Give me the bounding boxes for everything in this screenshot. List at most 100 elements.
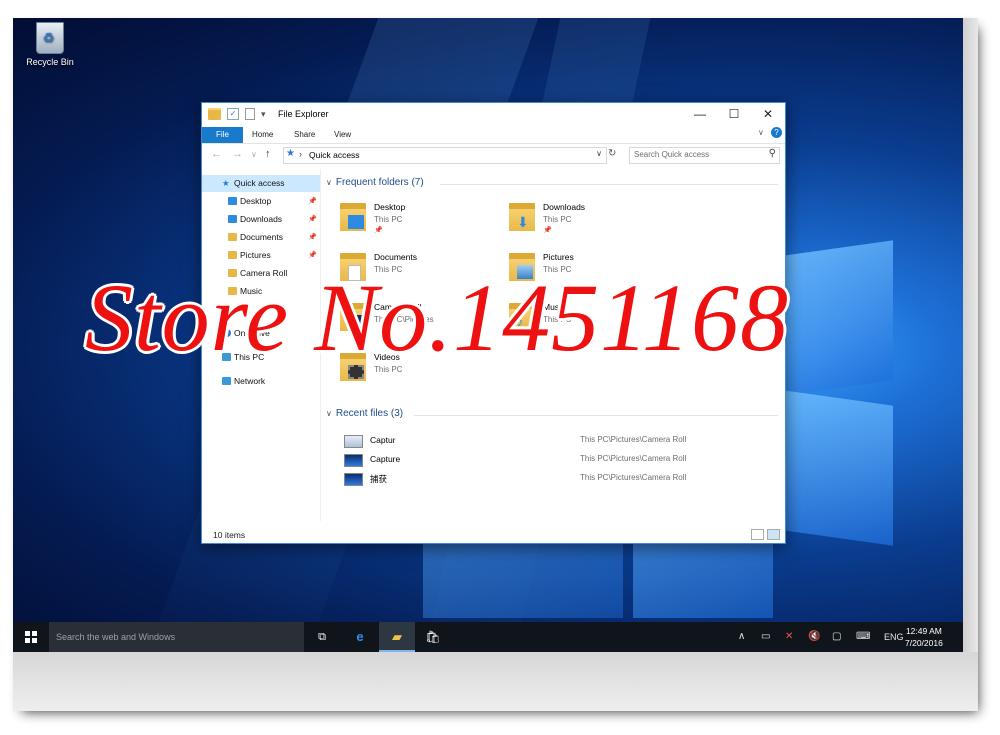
pin-icon: 📌 xyxy=(308,216,317,223)
tab-home[interactable]: Home xyxy=(244,127,281,143)
pictures-folder-icon xyxy=(228,251,237,259)
recent-files-header[interactable]: ∨ Recent files (3) xyxy=(326,408,403,419)
address-dropdown-icon[interactable]: ∨ xyxy=(596,149,602,158)
pin-icon: 📌 xyxy=(308,234,317,241)
folder-name: Desktop xyxy=(374,202,406,212)
taskbar-search-placeholder: Search the web and Windows xyxy=(56,632,176,642)
maximize-button[interactable]: ☐ xyxy=(717,103,751,125)
folder-tile-downloads[interactable]: ⬇ Downloads This PC 📌 xyxy=(509,200,669,244)
close-button[interactable]: ✕ xyxy=(751,103,785,125)
file-name: 捕获 xyxy=(370,474,388,484)
wallpaper-logo-pane xyxy=(783,390,893,546)
tab-share[interactable]: Share xyxy=(286,127,323,143)
folder-name: Pictures xyxy=(543,252,574,262)
photo-frame-bottom xyxy=(13,652,978,711)
search-icon[interactable]: ⚲ xyxy=(769,148,776,159)
collapse-chevron-icon[interactable]: ∨ xyxy=(326,178,332,187)
breadcrumb-separator-icon[interactable]: › xyxy=(299,149,302,159)
file-path: This PC\Pictures\Camera Roll xyxy=(580,435,687,444)
forward-arrow-icon[interactable]: → xyxy=(232,148,243,160)
search-input[interactable]: Search Quick access ⚲ xyxy=(629,147,780,164)
network-icon xyxy=(222,377,231,385)
folder-name: Documents xyxy=(374,252,417,262)
clock-time: 12:49 AM xyxy=(905,626,942,636)
address-bar[interactable]: ★ › Quick access ∨ xyxy=(283,147,607,164)
star-icon: ★ xyxy=(286,148,295,159)
nav-item-label: Network xyxy=(234,376,266,386)
up-arrow-icon[interactable]: ↑ xyxy=(265,148,271,160)
nav-item-label: Documents xyxy=(240,232,283,242)
ribbon-tabs: File Home Share View ∨ ? xyxy=(202,125,785,144)
store-icon[interactable]: 🛍 xyxy=(415,622,451,652)
refresh-icon[interactable]: ↻ xyxy=(608,148,616,159)
nav-item-desktop[interactable]: Desktop 📌 xyxy=(202,193,320,210)
network-disconnected-icon[interactable]: ✕ xyxy=(785,631,793,642)
photo-frame-edge xyxy=(963,18,978,711)
download-folder-icon: ⬇ xyxy=(509,203,535,231)
window-title: File Explorer xyxy=(278,109,329,119)
desktop-folder-icon xyxy=(340,203,366,231)
taskbar-search-box[interactable]: Search the web and Windows xyxy=(49,622,304,652)
action-center-icon[interactable]: ▢ xyxy=(832,631,841,642)
back-arrow-icon[interactable]: ← xyxy=(211,148,222,160)
title-bar: ✓ ▾ File Explorer — ☐ ✕ xyxy=(202,103,785,125)
battery-icon[interactable]: ▭ xyxy=(761,631,770,642)
folder-location: This PC xyxy=(374,215,403,224)
volume-muted-icon[interactable]: 🔇 xyxy=(808,631,820,642)
pin-icon: 📌 xyxy=(374,227,383,234)
recent-file-row[interactable]: Capture This PC\Pictures\Camera Roll xyxy=(344,452,774,470)
customize-toolbar-chevron-icon[interactable]: ▾ xyxy=(261,109,266,120)
help-icon[interactable]: ? xyxy=(771,127,782,138)
image-thumbnail-icon xyxy=(344,435,363,448)
properties-icon[interactable]: ✓ xyxy=(227,108,239,120)
address-row: ← → ∨ ↑ ★ › Quick access ∨ ↻ Search Quic… xyxy=(202,144,785,166)
collapse-chevron-icon[interactable]: ∨ xyxy=(326,409,332,418)
language-indicator[interactable]: ENG xyxy=(884,632,904,642)
search-placeholder: Search Quick access xyxy=(634,150,710,159)
windows-logo-icon xyxy=(25,631,37,643)
status-item-count: 10 items xyxy=(213,530,246,540)
nav-item-network[interactable]: Network xyxy=(202,373,320,390)
recent-file-row[interactable]: 捕获 This PC\Pictures\Camera Roll xyxy=(344,471,774,489)
tab-file[interactable]: File xyxy=(202,127,243,143)
recent-file-row[interactable]: Captur This PC\Pictures\Camera Roll xyxy=(344,433,774,451)
recycle-bin-icon xyxy=(36,22,64,54)
pin-icon: 📌 xyxy=(308,198,317,205)
details-view-icon[interactable] xyxy=(751,529,764,540)
edge-browser-icon[interactable]: e xyxy=(342,622,378,652)
group-divider xyxy=(414,415,778,416)
show-hidden-icons-chevron-icon[interactable]: ∧ xyxy=(738,631,745,642)
folder-location: This PC xyxy=(543,215,572,224)
minimize-button[interactable]: — xyxy=(683,103,717,125)
expand-ribbon-chevron-icon[interactable]: ∨ xyxy=(758,128,764,137)
nav-item-documents[interactable]: Documents 📌 xyxy=(202,229,320,246)
file-name: Capture xyxy=(370,454,401,464)
large-icons-view-icon[interactable] xyxy=(767,529,780,540)
touch-keyboard-icon[interactable]: ⌨ xyxy=(856,631,870,642)
recycle-bin-label: Recycle Bin xyxy=(26,57,74,67)
file-path: This PC\Pictures\Camera Roll xyxy=(580,454,687,463)
clock-date: 7/20/2016 xyxy=(905,638,943,648)
nav-item-downloads[interactable]: Downloads 📌 xyxy=(202,211,320,228)
file-explorer-taskbar-icon[interactable]: ▰ xyxy=(379,622,415,652)
start-button[interactable] xyxy=(13,622,49,652)
file-name: Captur xyxy=(370,435,396,445)
breadcrumb-location[interactable]: Quick access xyxy=(309,150,360,160)
store-watermark: Store No.1451168 xyxy=(85,264,789,371)
nav-item-label: Downloads xyxy=(240,214,283,224)
recent-locations-chevron-icon[interactable]: ∨ xyxy=(251,150,257,159)
group-divider xyxy=(440,184,778,185)
new-folder-icon[interactable] xyxy=(245,108,255,120)
clock[interactable]: 12:49 AM 7/20/2016 xyxy=(905,625,943,649)
image-thumbnail-icon xyxy=(344,473,363,486)
wallpaper-logo-pane xyxy=(783,240,893,396)
frequent-folders-header[interactable]: ∨ Frequent folders (7) xyxy=(326,177,424,188)
taskbar: Search the web and Windows ⧉ e ▰ 🛍 ∧ ▭ ✕… xyxy=(13,622,963,652)
nav-item-quick-access[interactable]: ★ Quick access xyxy=(202,175,320,192)
task-view-icon[interactable]: ⧉ xyxy=(304,622,340,652)
tab-view[interactable]: View xyxy=(326,127,359,143)
desktop-folder-icon xyxy=(228,197,237,205)
file-path: This PC\Pictures\Camera Roll xyxy=(580,473,687,482)
recycle-bin-shortcut[interactable]: Recycle Bin xyxy=(17,22,83,67)
folder-tile-desktop[interactable]: Desktop This PC 📌 xyxy=(340,200,500,244)
